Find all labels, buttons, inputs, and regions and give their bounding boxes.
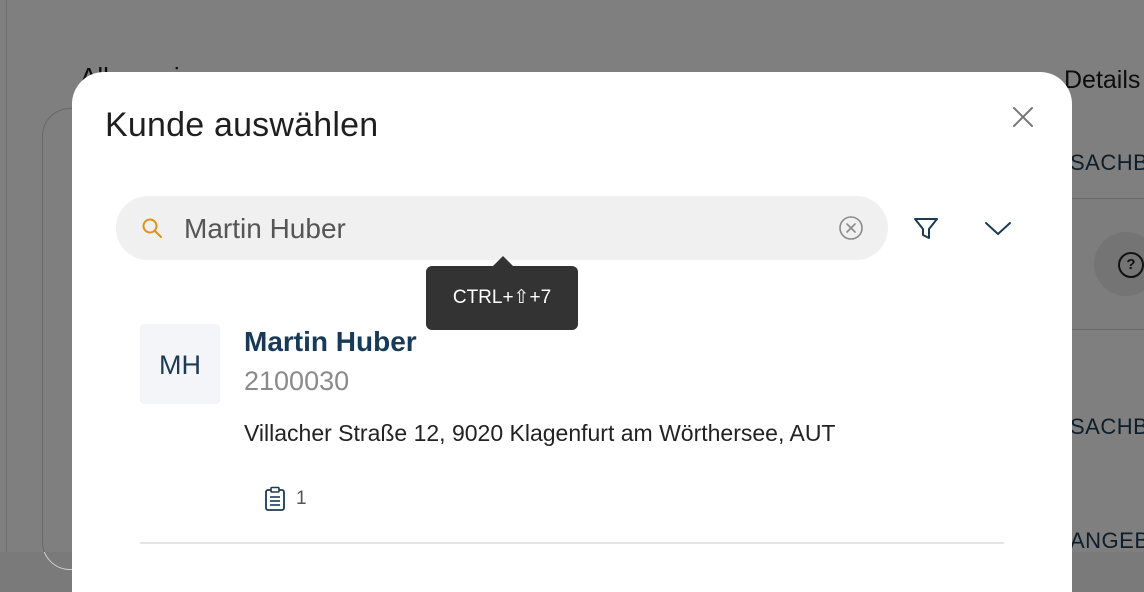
- expand-button[interactable]: [980, 212, 1016, 244]
- search-field[interactable]: [116, 196, 888, 260]
- close-icon: [1013, 107, 1033, 127]
- filter-icon: [914, 218, 938, 239]
- dialog-title: Kunde auswählen: [105, 106, 379, 144]
- customer-result-item[interactable]: MH Martin Huber 2100030 Villacher Straße…: [140, 324, 1004, 544]
- chevron-down-icon: [985, 222, 1011, 235]
- clear-circle-icon[interactable]: [838, 215, 864, 241]
- customer-number: 2100030: [244, 366, 350, 396]
- documents-count: 1: [296, 488, 307, 509]
- shortcut-tooltip: CTRL+⇧+7: [426, 266, 578, 330]
- result-divider: [140, 542, 1004, 544]
- search-icon: [142, 218, 162, 238]
- customer-address: Villacher Straße 12, 9020 Klagenfurt am …: [244, 420, 836, 446]
- filter-button[interactable]: [910, 212, 942, 244]
- search-input[interactable]: [182, 208, 826, 250]
- customer-select-dialog: Kunde auswählen CTRL+⇧+7 MH Martin H: [72, 72, 1072, 592]
- avatar: MH: [140, 324, 220, 404]
- close-button[interactable]: [1008, 102, 1038, 132]
- clipboard-icon: [265, 486, 285, 511]
- customer-name: Martin Huber: [244, 326, 417, 357]
